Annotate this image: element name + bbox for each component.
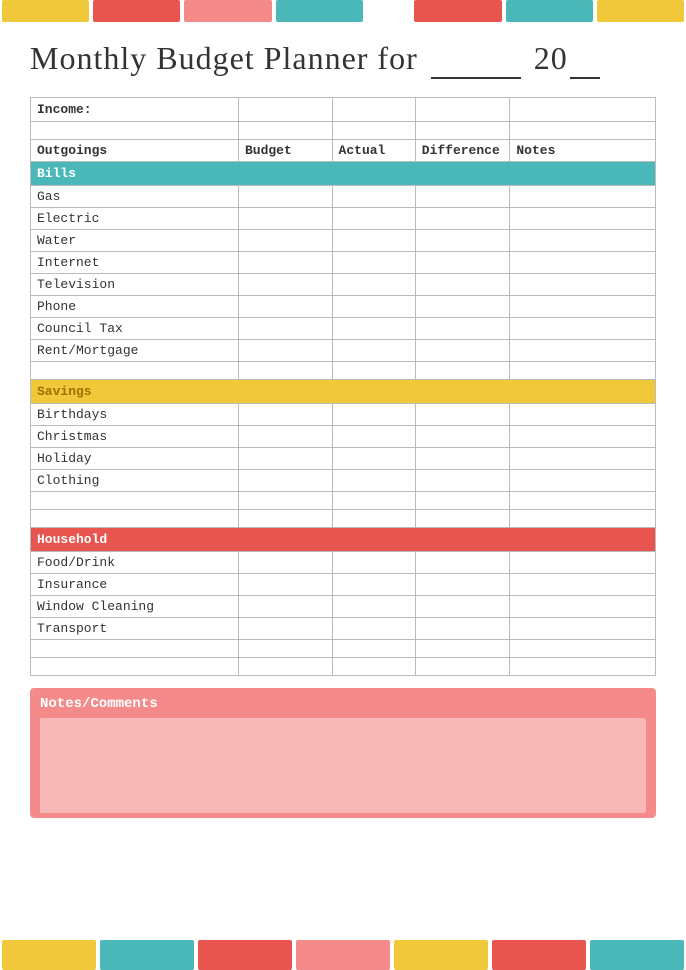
notes-comments-section: Notes/Comments [30, 688, 656, 818]
table-row: Holiday [31, 448, 656, 470]
bottom-color-bar [0, 940, 686, 970]
table-row: Council Tax [31, 318, 656, 340]
notes-comments-body[interactable] [40, 718, 646, 813]
bills-section-header: Bills [31, 162, 656, 186]
spacer-row-5 [31, 640, 656, 658]
table-row: Insurance [31, 574, 656, 596]
table-row: Internet [31, 252, 656, 274]
table-row: Television [31, 274, 656, 296]
item-electric: Electric [31, 208, 239, 230]
spacer-row-1 [31, 122, 656, 140]
income-budget-cell [238, 98, 332, 122]
item-window-cleaning: Window Cleaning [31, 596, 239, 618]
col-notes-header: Notes [510, 140, 656, 162]
bottom-bar-segment-6 [492, 940, 586, 970]
notes-comments-label: Notes/Comments [40, 696, 646, 712]
household-label: Household [31, 528, 656, 552]
date-underline [431, 40, 521, 79]
table-row: Transport [31, 618, 656, 640]
income-diff-cell [415, 98, 510, 122]
col-difference-header: Difference [415, 140, 510, 162]
top-bar-segment-3 [184, 0, 271, 22]
top-bar-segment-4 [276, 0, 363, 22]
income-notes-cell [510, 98, 656, 122]
table-row: Electric [31, 208, 656, 230]
column-header-row: Outgoings Budget Actual Difference Notes [31, 140, 656, 162]
item-council-tax: Council Tax [31, 318, 239, 340]
item-transport: Transport [31, 618, 239, 640]
table-row: Christmas [31, 426, 656, 448]
col-outgoings-header: Outgoings [31, 140, 239, 162]
table-row: Food/Drink [31, 552, 656, 574]
top-color-bar [0, 0, 686, 22]
bottom-bar-segment-2 [100, 940, 194, 970]
item-birthdays: Birthdays [31, 404, 239, 426]
item-internet: Internet [31, 252, 239, 274]
page-title: Monthly Budget Planner for 20 [30, 40, 656, 79]
savings-label: Savings [31, 380, 656, 404]
income-actual-cell [332, 98, 415, 122]
item-clothing: Clothing [31, 470, 239, 492]
spacer-row-3 [31, 492, 656, 510]
item-gas: Gas [31, 186, 239, 208]
table-row: Rent/Mortgage [31, 340, 656, 362]
top-bar-segment-2 [93, 0, 180, 22]
household-section-header: Household [31, 528, 656, 552]
budget-table: Income: Outgoings Budget Actual Differen… [30, 97, 656, 676]
table-row: Clothing [31, 470, 656, 492]
bottom-bar-segment-1 [2, 940, 96, 970]
table-row: Gas [31, 186, 656, 208]
item-water: Water [31, 230, 239, 252]
item-television: Television [31, 274, 239, 296]
table-row: Water [31, 230, 656, 252]
year-prefix: 20 [534, 40, 568, 76]
main-content: Monthly Budget Planner for 20 Income: Ou… [0, 22, 686, 828]
item-christmas: Christmas [31, 426, 239, 448]
top-bar-segment-1 [2, 0, 89, 22]
bottom-bar-segment-7 [590, 940, 684, 970]
top-bar-segment-7 [506, 0, 593, 22]
savings-section-header: Savings [31, 380, 656, 404]
col-actual-header: Actual [332, 140, 415, 162]
income-label: Income: [31, 98, 239, 122]
spacer-row-6 [31, 658, 656, 676]
spacer-row-4 [31, 510, 656, 528]
title-text: Monthly Budget Planner for [30, 40, 418, 76]
table-row: Phone [31, 296, 656, 318]
bottom-bar-segment-4 [296, 940, 390, 970]
item-insurance: Insurance [31, 574, 239, 596]
top-bar-segment-8 [597, 0, 684, 22]
item-holiday: Holiday [31, 448, 239, 470]
spacer-row-2 [31, 362, 656, 380]
col-budget-header: Budget [238, 140, 332, 162]
bottom-bar-segment-5 [394, 940, 488, 970]
top-bar-segment-5 [367, 0, 411, 22]
income-row: Income: [31, 98, 656, 122]
item-phone: Phone [31, 296, 239, 318]
top-bar-segment-6 [414, 0, 501, 22]
year-underline [570, 40, 600, 79]
item-food-drink: Food/Drink [31, 552, 239, 574]
bottom-bar-segment-3 [198, 940, 292, 970]
item-rent-mortgage: Rent/Mortgage [31, 340, 239, 362]
page: Monthly Budget Planner for 20 Income: Ou… [0, 0, 686, 970]
table-row: Window Cleaning [31, 596, 656, 618]
table-row: Birthdays [31, 404, 656, 426]
bills-label: Bills [31, 162, 656, 186]
